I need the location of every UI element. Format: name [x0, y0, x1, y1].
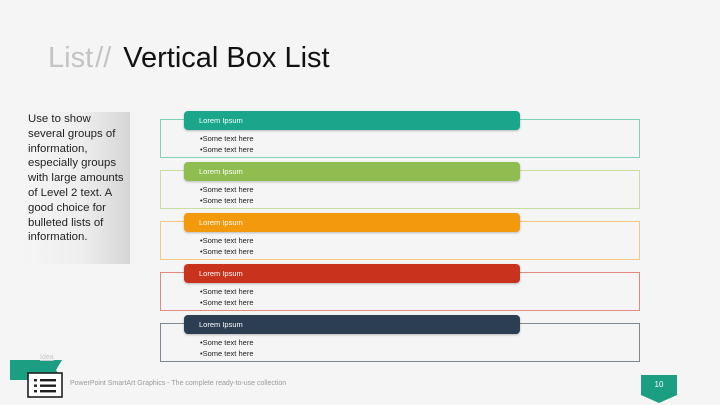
list-group: Lorem Ipsum •Some text here •Some text her… — [160, 162, 642, 214]
footer-text: PowerPoint SmartArt Graphics - The compl… — [70, 380, 287, 387]
group-header: Lorem Ipsum — [184, 162, 520, 181]
group-header: Lorem Ipsum — [184, 111, 520, 130]
page-number: 10 — [654, 380, 664, 389]
bullet-item: •Some text here — [200, 349, 254, 358]
slide: List// Vertical Box List Use to show seve… — [0, 0, 720, 405]
group-header: Lorem Ipsum — [184, 315, 520, 334]
group-bullets: •Some text here •Some text here — [200, 286, 254, 308]
description-panel: Use to show several groups of informatio… — [22, 112, 130, 264]
bullet-item: •Some text here — [200, 247, 254, 256]
list-group: Lorem Ipsum •Some text here •Some text her… — [160, 213, 642, 265]
list-group: Lorem Ipsum •Some text here •Some text her… — [160, 315, 642, 367]
bullet-item: •Some text here — [200, 145, 254, 154]
bullet-item: •Some text here — [200, 236, 254, 245]
footer-tag: Idea — [40, 354, 54, 361]
group-bullets: •Some text here •Some text here — [200, 235, 254, 257]
title-main: Vertical Box List — [123, 42, 330, 74]
title-prefix: List — [48, 42, 94, 74]
bullet-item: •Some text here — [200, 134, 254, 143]
bullet-item: •Some text here — [200, 196, 254, 205]
slide-title: List// Vertical Box List — [48, 40, 330, 76]
list-document-icon — [10, 360, 63, 398]
list-group: Lorem Ipsum •Some text here •Some text her… — [160, 264, 642, 316]
group-bullets: •Some text here •Some text here — [200, 184, 254, 206]
group-header: Lorem Ipsum — [184, 264, 520, 283]
bullet-item: •Some text here — [200, 298, 254, 307]
bullet-item: •Some text here — [200, 338, 254, 347]
group-bullets: •Some text here •Some text here — [200, 337, 254, 359]
title-separator: // — [95, 42, 112, 74]
bullet-item: •Some text here — [200, 287, 254, 296]
list-group: Lorem Ipsum •Some text here •Some text her… — [160, 111, 642, 163]
bullet-item: •Some text here — [200, 185, 254, 194]
group-bullets: •Some text here •Some text here — [200, 133, 254, 155]
group-header: Lorem Ipsum — [184, 213, 520, 232]
description-text: Use to show several groups of informatio… — [28, 113, 124, 244]
